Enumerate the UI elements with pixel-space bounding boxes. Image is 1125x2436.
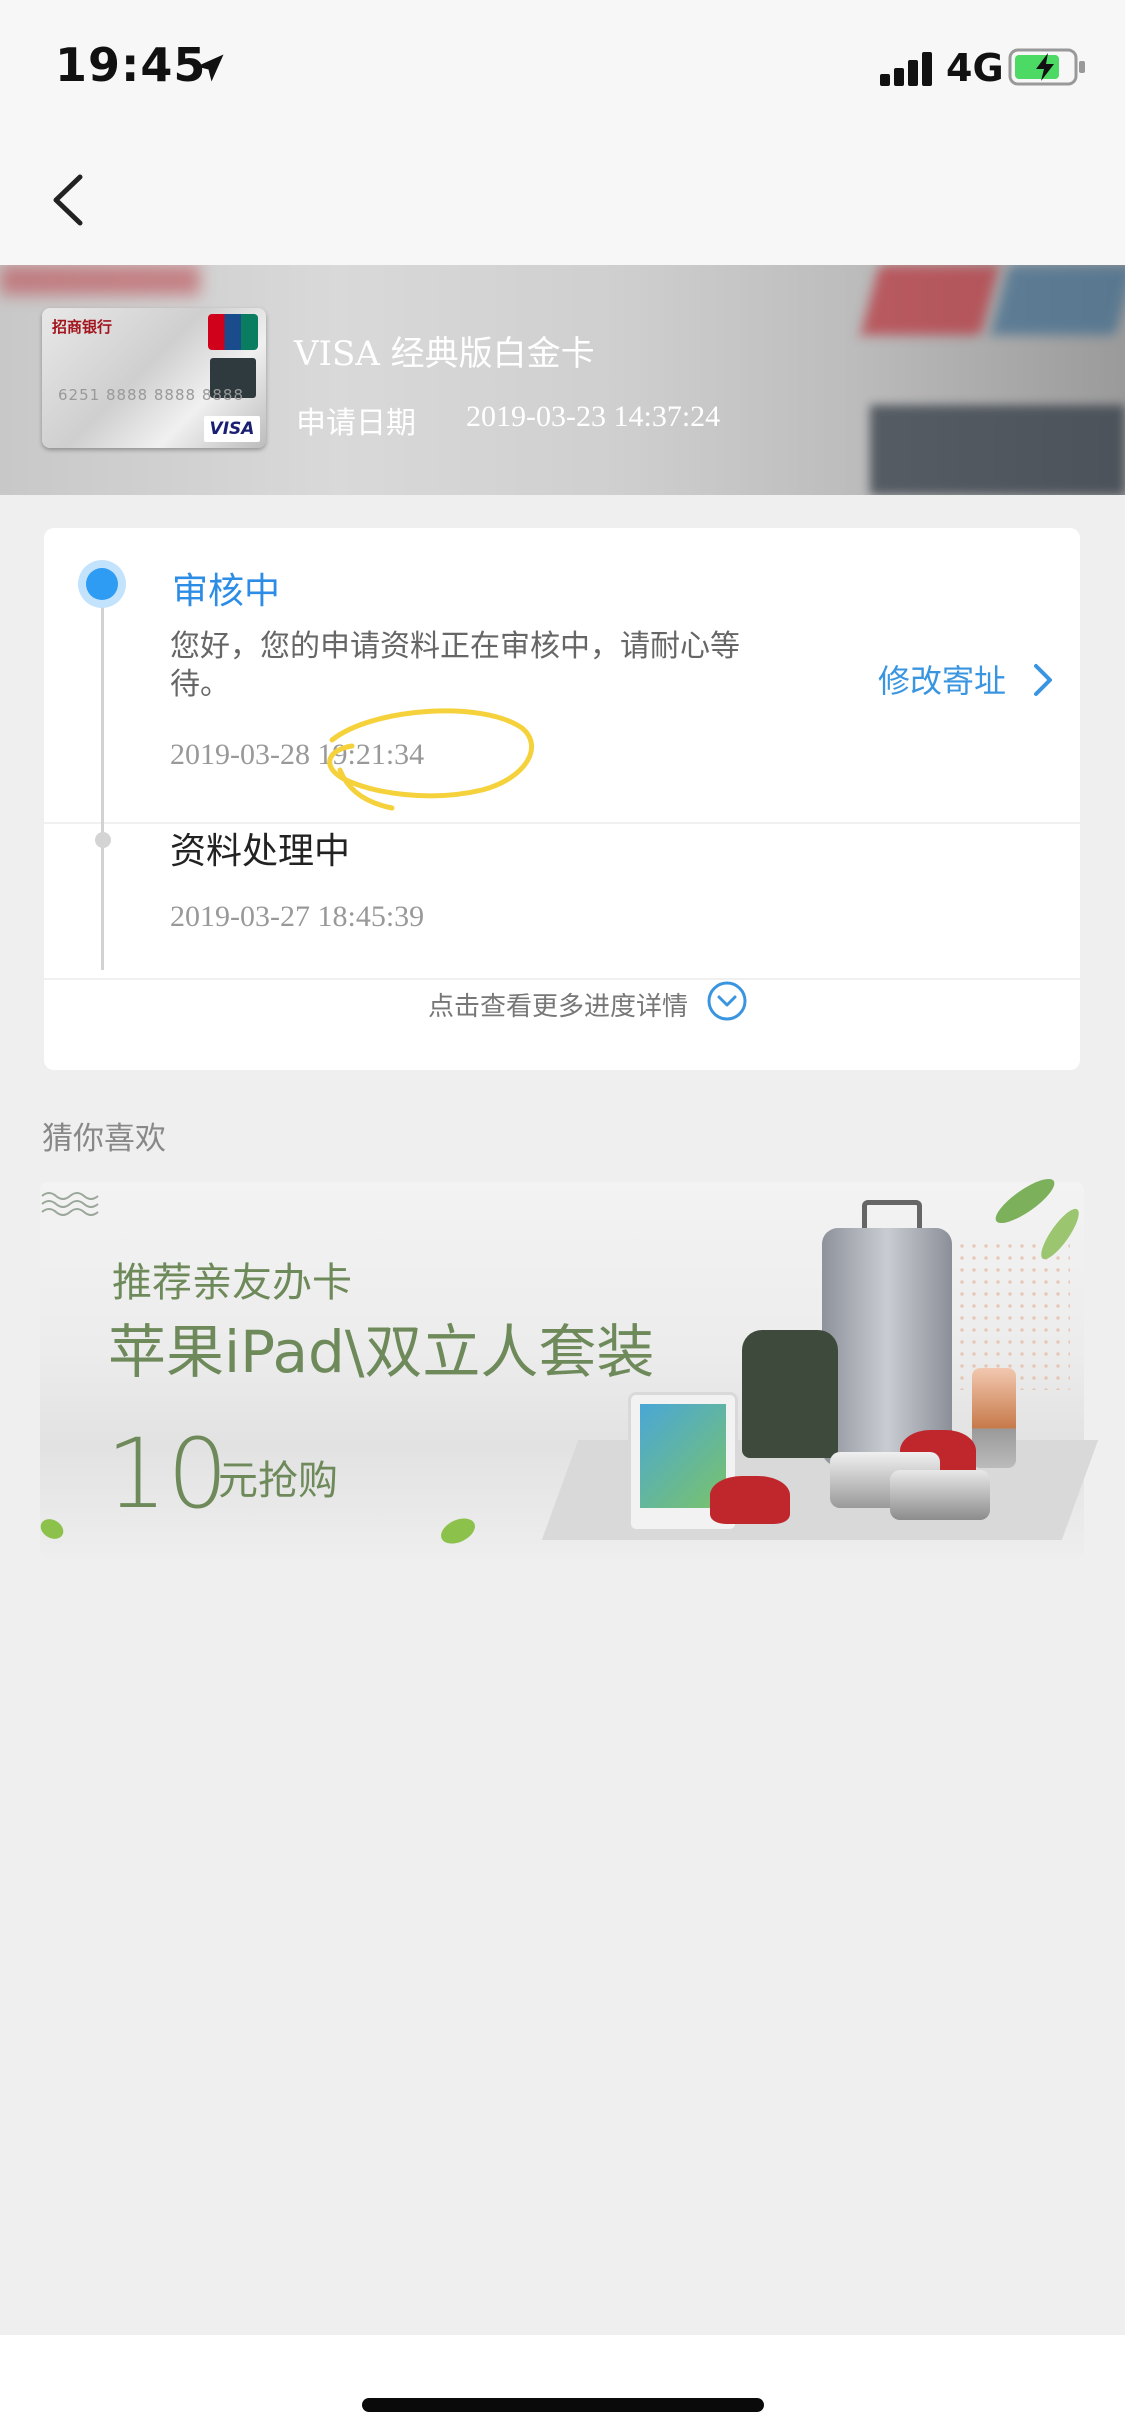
blender-product-image xyxy=(972,1368,1016,1468)
banner-price-unit: 元抢购 xyxy=(218,1458,338,1504)
red-pot-product-image xyxy=(710,1476,790,1524)
apply-date-label: 申请日期 xyxy=(296,406,416,441)
card-product-name: VISA 经典版白金卡 xyxy=(294,334,595,374)
credit-card-image: 招商银行 6251 8888 8888 8888 VISA xyxy=(42,308,266,448)
banner-subtitle: 推荐亲友办卡 xyxy=(112,1260,352,1306)
steel-pot-product-image xyxy=(890,1470,990,1520)
wave-decoration-icon xyxy=(41,1192,99,1216)
header-background-shape xyxy=(990,265,1125,335)
header-background-shape xyxy=(870,405,1125,495)
section-title-recommend: 猜你喜欢 xyxy=(42,1121,166,1157)
more-progress-details-link[interactable]: 点击查看更多进度详情 xyxy=(428,986,688,1023)
timeline-active-dot-core xyxy=(86,568,118,600)
step-title-processing: 资料处理中 xyxy=(170,831,351,872)
location-arrow-icon xyxy=(196,54,224,82)
home-indicator[interactable] xyxy=(362,2398,764,2412)
step-timestamp: 2019-03-27 18:45:39 xyxy=(170,900,425,933)
card-bank-name: 招商银行 xyxy=(52,318,113,336)
apply-date-value: 2019-03-23 14:37:24 xyxy=(466,400,721,433)
card-number: 6251 8888 8888 8888 xyxy=(58,386,244,404)
header-background-shape xyxy=(0,265,200,295)
chevron-down-circle-icon[interactable] xyxy=(706,980,748,1022)
step-title-reviewing: 审核中 xyxy=(172,571,281,612)
status-time: 19:45 xyxy=(55,38,207,92)
back-button[interactable] xyxy=(40,165,100,235)
unionpay-logo xyxy=(208,314,258,350)
step-description: 您好，您的申请资料正在审核中，请耐心等待。 xyxy=(170,629,740,702)
home-indicator-area xyxy=(0,2335,1125,2436)
visa-logo: VISA xyxy=(204,416,260,442)
chevron-right-icon[interactable] xyxy=(1030,660,1056,700)
header-background-shape xyxy=(860,265,1000,335)
timeline-dot xyxy=(95,832,111,848)
banner-price: 10 xyxy=(106,1418,229,1530)
cellular-signal-icon xyxy=(880,50,936,86)
handwritten-annotation-circle xyxy=(327,708,535,811)
backpack-product-image xyxy=(742,1330,838,1458)
navigation-bar xyxy=(0,140,1125,265)
battery-charging-icon xyxy=(1008,48,1085,86)
network-type: 4G xyxy=(946,46,1004,90)
banner-title: 苹果iPad\双立人套装 xyxy=(108,1318,655,1386)
divider xyxy=(44,978,1080,980)
timeline-line xyxy=(101,585,104,970)
edit-mailing-address-link[interactable]: 修改寄址 xyxy=(878,656,1006,702)
